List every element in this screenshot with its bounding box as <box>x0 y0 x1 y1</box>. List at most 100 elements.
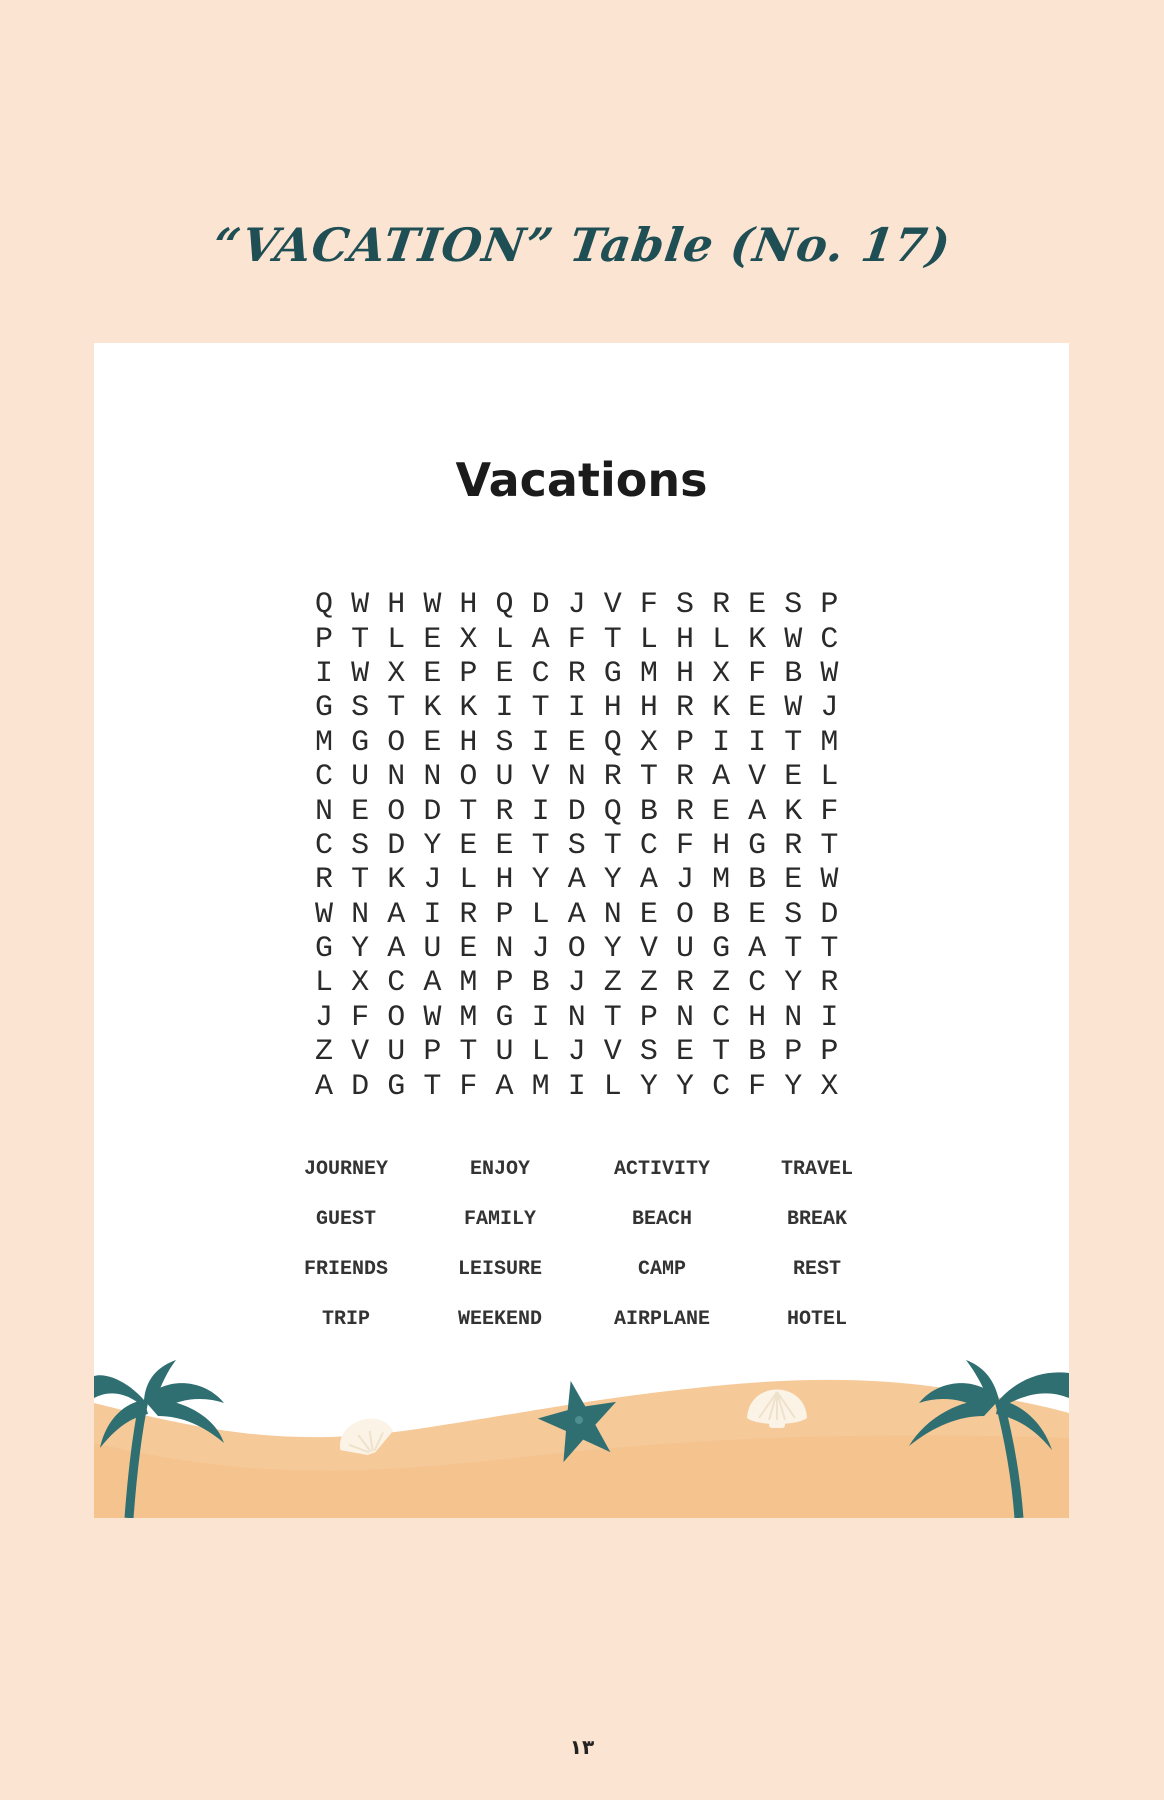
grid-letter[interactable]: L <box>811 760 847 794</box>
grid-letter[interactable]: U <box>414 932 450 966</box>
grid-letter[interactable]: I <box>414 898 450 932</box>
grid-letter[interactable]: E <box>486 829 522 863</box>
grid-letter[interactable]: M <box>811 726 847 760</box>
grid-letter[interactable]: E <box>414 726 450 760</box>
grid-letter[interactable]: D <box>378 829 414 863</box>
grid-letter[interactable]: E <box>414 623 450 657</box>
grid-letter[interactable]: C <box>306 760 342 794</box>
grid-letter[interactable]: A <box>414 966 450 1000</box>
grid-letter[interactable]: D <box>523 588 559 622</box>
grid-letter[interactable]: Y <box>775 966 811 1000</box>
grid-letter[interactable]: I <box>486 691 522 725</box>
grid-letter[interactable]: U <box>486 1035 522 1069</box>
grid-letter[interactable]: G <box>378 1070 414 1104</box>
grid-letter[interactable]: E <box>631 898 667 932</box>
grid-letter[interactable]: E <box>342 795 378 829</box>
grid-letter[interactable]: I <box>523 726 559 760</box>
grid-letter[interactable]: B <box>703 898 739 932</box>
grid-letter[interactable]: M <box>703 863 739 897</box>
grid-letter[interactable]: K <box>739 623 775 657</box>
grid-letter[interactable]: A <box>703 760 739 794</box>
grid-letter[interactable]: G <box>486 1001 522 1035</box>
grid-letter[interactable]: E <box>450 829 486 863</box>
grid-letter[interactable]: Q <box>595 795 631 829</box>
grid-letter[interactable]: Y <box>631 1070 667 1104</box>
grid-letter[interactable]: Z <box>703 966 739 1000</box>
grid-letter[interactable]: T <box>378 691 414 725</box>
grid-letter[interactable]: B <box>631 795 667 829</box>
grid-letter[interactable]: P <box>631 1001 667 1035</box>
grid-letter[interactable]: E <box>414 657 450 691</box>
grid-letter[interactable]: C <box>523 657 559 691</box>
grid-letter[interactable]: G <box>306 691 342 725</box>
grid-letter[interactable]: M <box>450 966 486 1000</box>
grid-letter[interactable]: K <box>414 691 450 725</box>
grid-letter[interactable]: N <box>378 760 414 794</box>
grid-letter[interactable]: T <box>342 863 378 897</box>
grid-letter[interactable]: F <box>739 1070 775 1104</box>
grid-letter[interactable]: N <box>414 760 450 794</box>
grid-letter[interactable]: D <box>414 795 450 829</box>
grid-letter[interactable]: P <box>775 1035 811 1069</box>
grid-letter[interactable]: I <box>306 657 342 691</box>
grid-letter[interactable]: L <box>523 898 559 932</box>
grid-letter[interactable]: H <box>667 657 703 691</box>
grid-letter[interactable]: T <box>523 691 559 725</box>
grid-letter[interactable]: A <box>378 898 414 932</box>
grid-letter[interactable]: J <box>523 932 559 966</box>
grid-letter[interactable]: P <box>811 1035 847 1069</box>
grid-letter[interactable]: G <box>703 932 739 966</box>
grid-letter[interactable]: G <box>342 726 378 760</box>
grid-letter[interactable]: O <box>378 795 414 829</box>
grid-letter[interactable]: R <box>703 588 739 622</box>
grid-letter[interactable]: Y <box>342 932 378 966</box>
grid-letter[interactable]: F <box>631 588 667 622</box>
grid-letter[interactable]: T <box>414 1070 450 1104</box>
grid-letter[interactable]: N <box>486 932 522 966</box>
grid-letter[interactable]: R <box>667 760 703 794</box>
grid-letter[interactable]: A <box>378 932 414 966</box>
grid-letter[interactable]: Y <box>523 863 559 897</box>
grid-letter[interactable]: E <box>739 691 775 725</box>
grid-letter[interactable]: X <box>450 623 486 657</box>
grid-letter[interactable]: G <box>306 932 342 966</box>
grid-letter[interactable]: W <box>775 623 811 657</box>
grid-letter[interactable]: T <box>703 1035 739 1069</box>
grid-letter[interactable]: H <box>595 691 631 725</box>
grid-letter[interactable]: R <box>486 795 522 829</box>
grid-letter[interactable]: T <box>595 623 631 657</box>
grid-letter[interactable]: L <box>306 966 342 1000</box>
grid-letter[interactable]: J <box>414 863 450 897</box>
grid-letter[interactable]: R <box>667 691 703 725</box>
grid-letter[interactable]: W <box>414 1001 450 1035</box>
grid-letter[interactable]: X <box>631 726 667 760</box>
grid-letter[interactable]: S <box>775 898 811 932</box>
grid-letter[interactable]: G <box>595 657 631 691</box>
grid-letter[interactable]: I <box>811 1001 847 1035</box>
grid-letter[interactable]: H <box>378 588 414 622</box>
grid-letter[interactable]: I <box>739 726 775 760</box>
grid-letter[interactable]: T <box>811 932 847 966</box>
grid-letter[interactable]: T <box>595 1001 631 1035</box>
grid-letter[interactable]: V <box>523 760 559 794</box>
grid-letter[interactable]: L <box>631 623 667 657</box>
grid-letter[interactable]: H <box>450 588 486 622</box>
grid-letter[interactable]: A <box>739 795 775 829</box>
grid-letter[interactable]: G <box>739 829 775 863</box>
grid-letter[interactable]: P <box>486 898 522 932</box>
grid-letter[interactable]: R <box>667 795 703 829</box>
grid-letter[interactable]: E <box>739 588 775 622</box>
grid-letter[interactable]: L <box>486 623 522 657</box>
grid-letter[interactable]: J <box>306 1001 342 1035</box>
grid-letter[interactable]: Y <box>595 863 631 897</box>
grid-letter[interactable]: C <box>703 1001 739 1035</box>
grid-letter[interactable]: H <box>631 691 667 725</box>
grid-letter[interactable]: N <box>775 1001 811 1035</box>
grid-letter[interactable]: A <box>306 1070 342 1104</box>
grid-letter[interactable]: K <box>703 691 739 725</box>
grid-letter[interactable]: N <box>306 795 342 829</box>
grid-letter[interactable]: U <box>378 1035 414 1069</box>
grid-letter[interactable]: N <box>342 898 378 932</box>
grid-letter[interactable]: C <box>631 829 667 863</box>
grid-letter[interactable]: K <box>450 691 486 725</box>
